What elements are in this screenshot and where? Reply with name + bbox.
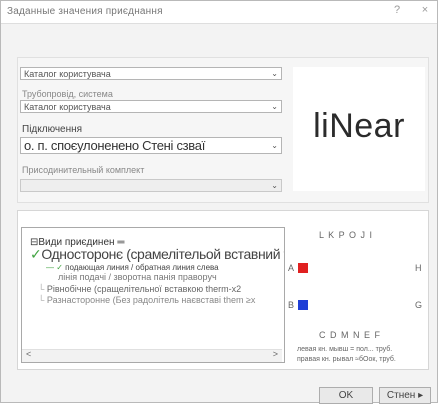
tree-item-one-side[interactable]: ✓Односторонє (срамелітельой вставний the… <box>30 246 284 263</box>
scroll-right-icon[interactable]: > <box>273 349 278 359</box>
tree-item-cross-side-label: Разнасторонне (Без радолітель наєвставі … <box>46 295 256 305</box>
diagram-label-h: H <box>415 263 423 273</box>
connection-label: Підключення <box>22 124 83 135</box>
diagram-top-letters: L K P O J I <box>319 230 374 240</box>
diagram-note-line2: правая кн. рывал ≈бОок, труб. <box>297 356 396 363</box>
chevron-down-icon: ⌄ <box>271 102 278 111</box>
pipe-system-select[interactable]: Каталог користувача ⌄ <box>20 100 282 113</box>
connection-type-tree[interactable]: ⊟Види приєдинен ═ ✓Односторонє (срамеліт… <box>21 227 285 363</box>
diagram-note-line1: левая кн. мывш = пол... труб. <box>297 346 393 353</box>
check-icon: ✓ <box>30 246 42 262</box>
chevron-down-icon: ⌄ <box>271 181 278 190</box>
scroll-left-icon[interactable]: < <box>26 349 31 359</box>
dialog-title: Заданные значения приєднання <box>7 6 163 17</box>
tree-item-left-supply[interactable]: — ✓ подающая линия / обратная линия слев… <box>46 263 219 272</box>
preset-connection-dialog: Заданные значения приєднання ? × Каталог… <box>0 0 438 404</box>
pipe-system-select-value: Каталог користувача <box>24 102 111 112</box>
catalog-select[interactable]: Каталог користувача ⌄ <box>20 67 282 80</box>
product-preview: liNear <box>293 67 425 191</box>
diagram-label-a: A <box>288 263 296 273</box>
tree-item-cross-side[interactable]: └ Разнасторонне (Без радолітель наєвстав… <box>38 295 255 305</box>
diagram-label-g: G <box>415 300 424 310</box>
tree-item-right-supply[interactable]: лінія подачі / зворотна панія праворуч <box>58 272 217 282</box>
connection-select-value: о. п. споєулоненено Стені сзваї <box>24 138 206 153</box>
red-port-marker <box>298 263 308 273</box>
product-logo: liNear <box>313 107 405 145</box>
chevron-down-icon: ⌄ <box>271 141 278 150</box>
catalog-select-value: Каталог користувача <box>24 69 111 79</box>
horizontal-scrollbar[interactable]: < > <box>22 349 282 362</box>
tree-item-left-supply-label: подающая линия / обратная линия слева <box>65 263 219 272</box>
tree-item-one-side-label: Односторонє (срамелітельой вставний them… <box>41 246 284 262</box>
tree-item-equal-side[interactable]: └ Рівнобічне (сращелітельної вставкою th… <box>38 284 241 294</box>
pipe-system-label: Трубопровід, система <box>22 89 113 99</box>
diagram-bottom-letters: C D M N E F <box>319 330 381 340</box>
tree-branch-line-icon: └ <box>38 295 47 305</box>
diagram-label-b: B <box>288 300 296 310</box>
connection-select[interactable]: о. п. споєулоненено Стені сзваї ⌄ <box>20 137 282 154</box>
close-icon[interactable]: × <box>417 4 433 16</box>
title-bar: Заданные значения приєднання ? × <box>1 1 437 24</box>
ok-button[interactable]: OK <box>319 387 373 404</box>
blue-port-marker <box>298 300 308 310</box>
fitting-set-select[interactable]: ⌄ <box>20 179 282 192</box>
fitting-set-label: Присодинительный комплект <box>22 165 145 175</box>
cancel-button[interactable]: Стнен ▸ <box>379 387 431 404</box>
tree-branch-line-icon: └ <box>38 284 47 294</box>
chevron-down-icon: ⌄ <box>271 69 278 78</box>
help-icon[interactable]: ? <box>389 4 405 16</box>
tree-item-equal-side-label: Рівнобічне (сращелітельної вставкою ther… <box>46 284 242 294</box>
check-icon: — ✓ <box>46 263 66 272</box>
